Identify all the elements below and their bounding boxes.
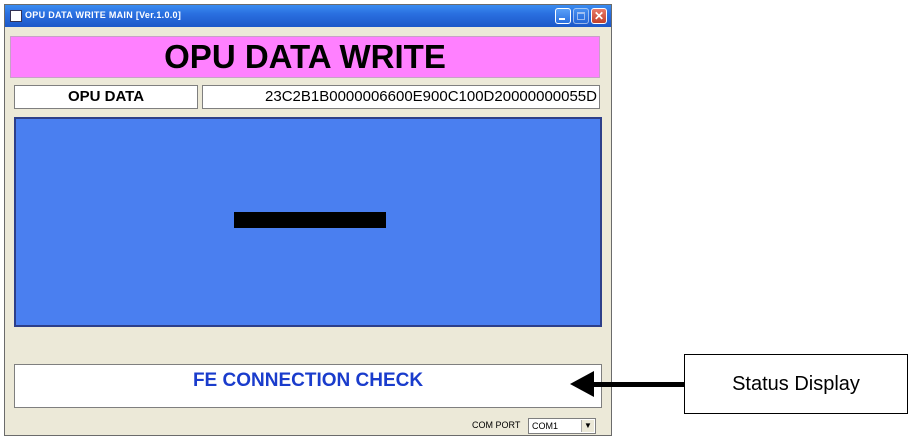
app-icon bbox=[10, 10, 22, 22]
dash-indicator bbox=[234, 212, 386, 228]
com-port-select[interactable]: COM1 ▼ bbox=[528, 418, 596, 434]
chevron-down-icon[interactable]: ▼ bbox=[581, 420, 594, 432]
com-port-label: COM PORT bbox=[472, 420, 521, 430]
maximize-icon bbox=[577, 12, 585, 20]
opu-data-label: OPU DATA bbox=[14, 85, 198, 109]
status-display: FE CONNECTION CHECK bbox=[14, 364, 602, 408]
window-title: OPU DATA WRITE MAIN [Ver.1.0.0] bbox=[25, 10, 182, 20]
opu-data-field[interactable]: 23C2B1B0000006600E900C100D20000000055D bbox=[202, 85, 600, 109]
callout-arrow-line bbox=[588, 382, 684, 387]
page-title-banner: OPU DATA WRITE bbox=[10, 36, 600, 78]
close-icon: ✕ bbox=[593, 9, 605, 23]
minimize-button[interactable] bbox=[555, 8, 571, 24]
com-port-value: COM1 bbox=[532, 421, 559, 431]
title-bar[interactable]: OPU DATA WRITE MAIN [Ver.1.0.0] ✕ bbox=[5, 5, 611, 27]
maximize-button[interactable] bbox=[573, 8, 589, 24]
minimize-icon bbox=[559, 18, 565, 20]
arrow-left-icon bbox=[570, 371, 594, 397]
opu-data-value: 23C2B1B0000006600E900C100D20000000055D bbox=[265, 88, 597, 105]
status-display-callout: Status Display bbox=[684, 354, 908, 414]
close-button[interactable]: ✕ bbox=[591, 8, 607, 24]
